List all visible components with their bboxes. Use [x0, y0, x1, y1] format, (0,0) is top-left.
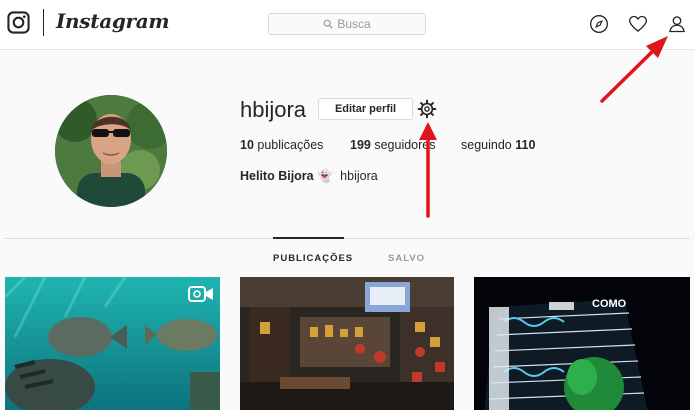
instagram-wordmark[interactable]: Instagram [56, 9, 170, 33]
profile-username: hbijora [240, 97, 307, 122]
search-placeholder: Busca [337, 17, 371, 31]
active-tab-indicator [273, 237, 344, 239]
stat-posts: 10 publicações [240, 138, 323, 152]
edit-profile-button[interactable]: Editar perfil [318, 98, 413, 120]
following-label: seguindo [461, 138, 512, 152]
profile-handle: hbijora [340, 169, 378, 183]
profile-bio: Helito Bijora 👻 hbijora [240, 169, 378, 184]
post-thumbnail-bar[interactable] [240, 277, 454, 410]
top-navigation-bar: Instagram Busca [0, 0, 695, 50]
video-camera-icon [188, 286, 213, 302]
followers-label: seguidores [374, 138, 436, 152]
instagram-camera-icon[interactable] [7, 11, 30, 34]
compass-icon[interactable] [589, 14, 609, 34]
stat-followers[interactable]: 199 seguidores [350, 138, 436, 152]
building-sign: COMO [592, 298, 627, 310]
person-icon[interactable] [667, 14, 687, 34]
tab-posts[interactable]: PUBLICAÇÕES [273, 253, 353, 264]
post-thumbnail-aquarium[interactable] [5, 277, 220, 410]
posts-label: publicações [257, 138, 324, 152]
followers-count: 199 [350, 138, 371, 152]
heart-icon[interactable] [628, 14, 648, 34]
gear-icon[interactable] [417, 99, 437, 119]
posts-count: 10 [240, 138, 254, 152]
profile-avatar[interactable] [55, 95, 167, 207]
logo-divider [43, 9, 44, 36]
tab-saved[interactable]: SALVO [388, 253, 425, 264]
ghost-emoji: 👻 [317, 169, 333, 183]
post-thumbnail-building[interactable]: COMO [474, 277, 690, 410]
search-icon [323, 19, 333, 29]
arrow-to-gear-icon [419, 122, 437, 218]
stat-following[interactable]: seguindo 110 [461, 138, 535, 152]
search-input[interactable]: Busca [268, 13, 426, 35]
following-count: 110 [515, 138, 536, 152]
tabs-divider [5, 238, 690, 239]
profile-full-name: Helito Bijora [240, 169, 314, 183]
